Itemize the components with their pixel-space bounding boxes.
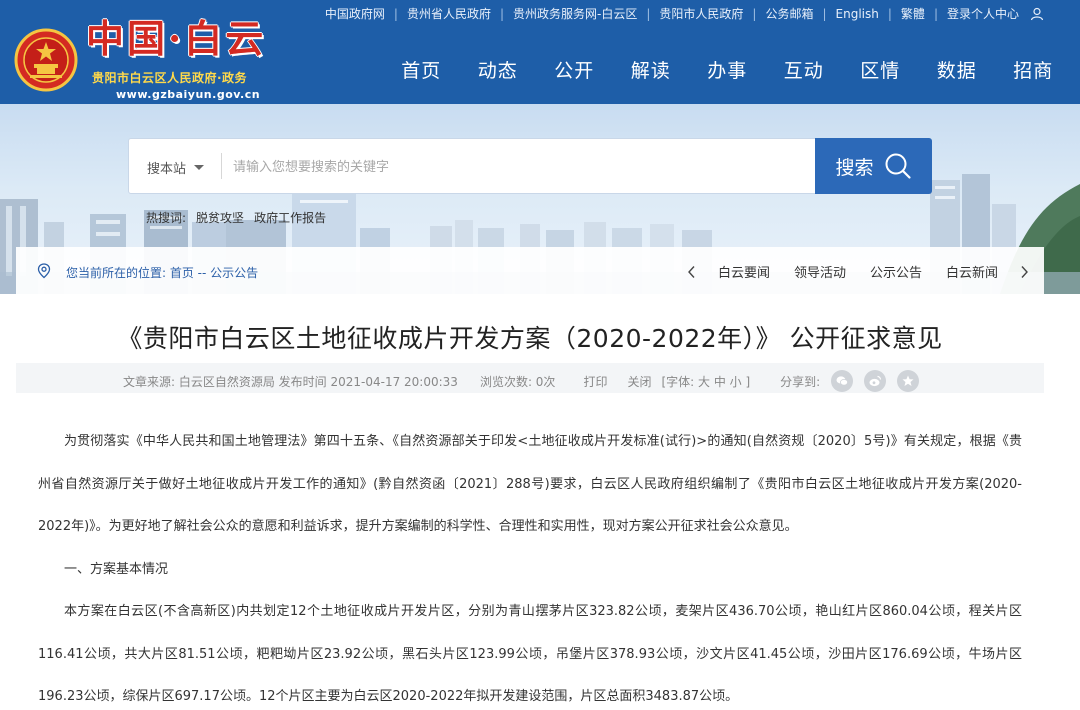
search-input[interactable] [233,155,793,179]
article-meta-bar: 文章来源: 白云区自然资源局 发布时间 2021-04-17 20:00:33 … [16,363,1044,393]
nav-home[interactable]: 首页 [383,56,460,83]
nav-public[interactable]: 公开 [536,56,613,83]
search-scope-select[interactable]: 搜本站 [147,158,205,177]
category-baiyun-news[interactable]: 白云要闻 [706,262,782,281]
nav-interact[interactable]: 互动 [766,56,843,83]
breadcrumb-bar: 您当前所在的位置: 首页 -- 公示公告 白云要闻 领导活动 公示公告 白云新闻 [16,247,1044,294]
close-link[interactable]: 关闭 [627,373,651,390]
nav-data[interactable]: 数据 [919,56,996,83]
divider [221,153,222,179]
search-button-label: 搜索 [835,156,874,179]
search-box: 搜本站 搜索 [128,138,932,194]
user-icon[interactable] [1030,7,1044,21]
top-link-mail[interactable]: 公务邮箱 [756,5,822,22]
article-paragraph: 本方案在白云区(不含高新区)内共划定12个土地征收成片开发片区，分别为青山摆茅片… [38,604,1022,704]
weibo-share-icon[interactable] [864,370,887,392]
nav-service[interactable]: 办事 [689,56,766,83]
category-leader-activity[interactable]: 领导活动 [782,262,858,281]
search-scope-label: 搜本站 [147,162,187,177]
category-announcements[interactable]: 公示公告 [858,262,934,281]
top-link-guiyang[interactable]: 贵阳市人民政府 [650,5,752,22]
top-link-english[interactable]: English [827,7,888,21]
top-links: 中国政府网 | 贵州省人民政府 | 贵州政务服务网-白云区 | 贵阳市人民政府 | 公务… [316,5,1044,22]
print-link[interactable]: 打印 [583,373,607,390]
caret-down-icon [194,165,205,170]
hot-search-label: 热搜词: [146,211,187,225]
hot-word-poverty[interactable]: 脱贫攻坚 [196,209,244,226]
article-source: 文章来源: 白云区自然资源局 发布时间 2021-04-17 20:00:33 [123,374,458,389]
location-pin-icon [37,263,51,279]
nav-news[interactable]: 动态 [460,56,537,83]
search-button[interactable]: 搜索 [815,138,932,194]
article-body: 为贯彻落实《中华人民共和国土地管理法》第四十五条、《自然资源部关于印发<土地征收… [38,421,1022,710]
breadcrumb[interactable]: 您当前所在的位置: 首页 -- 公示公告 [66,264,258,281]
chevron-right-icon[interactable] [1018,265,1030,279]
top-link-traditional[interactable]: 繁體 [892,5,934,22]
national-emblem-icon[interactable] [14,28,78,92]
nav-district[interactable]: 区情 [842,56,919,83]
nav-invest[interactable]: 招商 [995,56,1072,83]
brand-title[interactable]: 中国·白云 [86,8,266,63]
top-link-guizhou[interactable]: 贵州省人民政府 [398,5,500,22]
font-size-control[interactable]: [字体: 大 中 小 ] [661,373,750,390]
main-nav: 首页 动态 公开 解读 办事 互动 区情 数据 招商 [383,56,1072,83]
article-paragraph: 为贯彻落实《中华人民共和国土地管理法》第四十五条、《自然资源部关于印发<土地征收… [38,434,1022,534]
top-link-login[interactable]: 登录个人中心 [938,5,1028,22]
category-nav: 白云要闻 领导活动 公示公告 白云新闻 [678,262,1038,281]
category-baiyun-info[interactable]: 白云新闻 [934,262,1010,281]
top-link-gov-cn[interactable]: 中国政府网 [316,5,394,22]
nav-interpret[interactable]: 解读 [613,56,690,83]
article: 《贵阳市白云区土地征收成片开发方案（2020-2022年）》 公开征求意见 文章… [16,294,1044,710]
brand-subtitle: 贵阳市白云区人民政府·政务 [92,71,248,85]
hot-word-report[interactable]: 政府工作报告 [254,209,326,226]
chevron-left-icon[interactable] [686,265,698,279]
share-label: 分享到: [780,374,821,389]
search-icon [885,153,911,179]
hot-search: 热搜词: 脱贫攻坚 政府工作报告 [146,209,326,226]
site-header: 中国·白云 贵阳市白云区人民政府·政务 www.gzbaiyun.gov.cn … [0,0,1080,104]
top-link-service[interactable]: 贵州政务服务网-白云区 [504,5,646,22]
article-title: 《贵阳市白云区土地征收成片开发方案（2020-2022年）》 公开征求意见 [117,324,943,353]
qzone-share-icon[interactable] [897,370,920,392]
wechat-share-icon[interactable] [831,370,854,392]
article-views: 浏览次数: 0次 [479,374,556,389]
article-section-heading: 一、方案基本情况 [64,561,169,577]
brand-url: www.gzbaiyun.gov.cn [116,88,261,101]
